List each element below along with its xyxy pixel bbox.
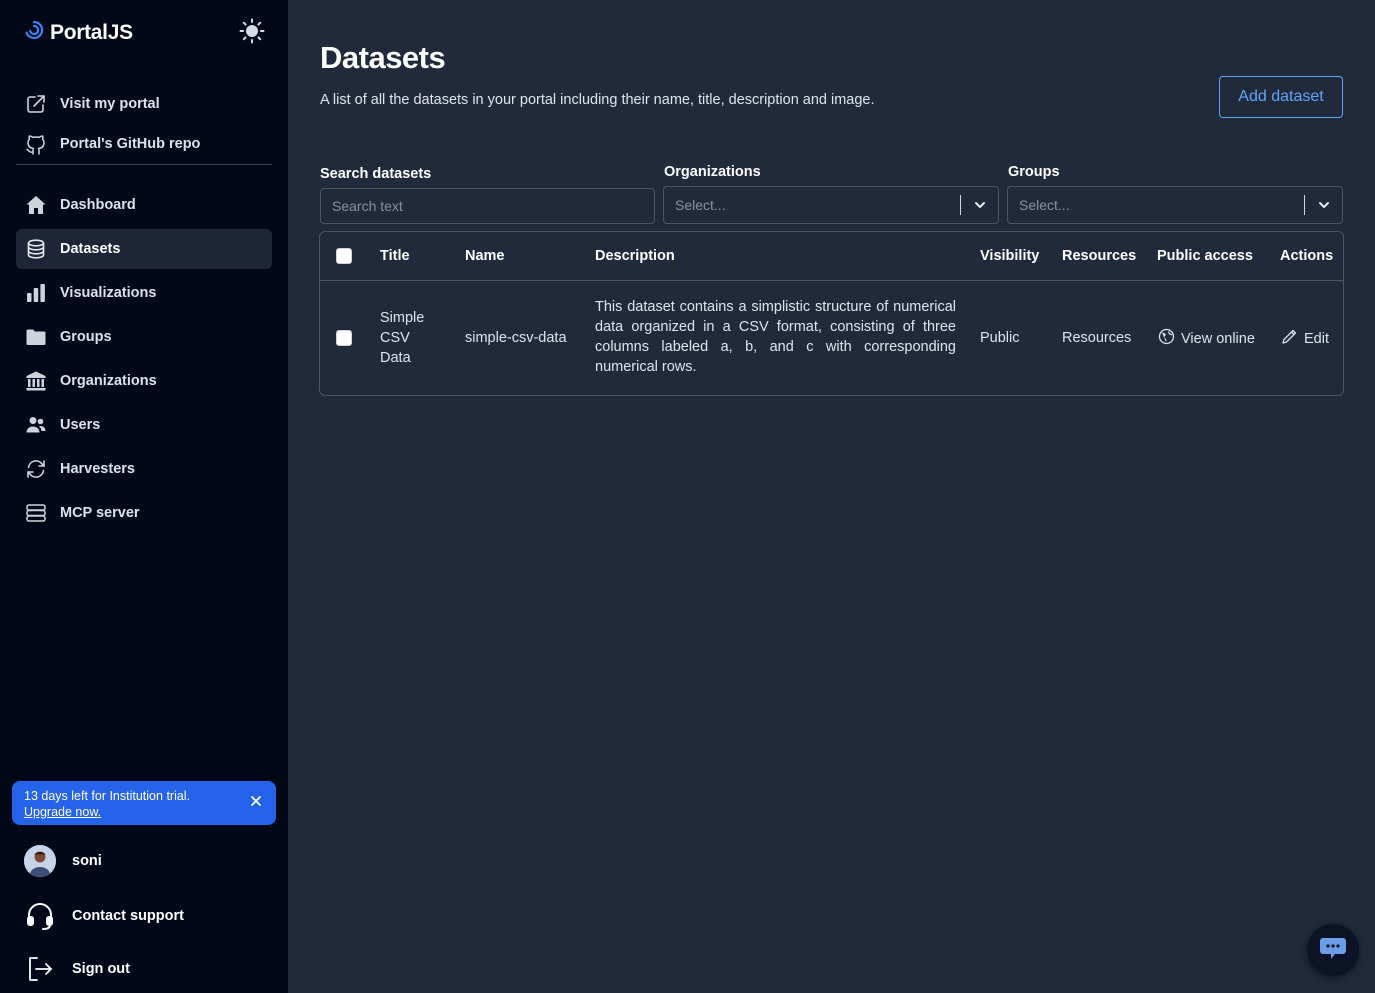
sidebar-item-label: Harvesters (60, 461, 135, 477)
datasets-table: Title Name Description Visibility Resour… (319, 231, 1344, 396)
logo[interactable]: PortalJS (24, 20, 133, 45)
view-online-label: View online (1181, 330, 1255, 347)
page-title: Datasets (320, 40, 446, 75)
organizations-label: Organizations (664, 164, 761, 180)
users-icon (24, 413, 48, 437)
sidebar-item-datasets[interactable]: Datasets (16, 229, 272, 269)
column-header-public-access[interactable]: Public access (1157, 248, 1253, 264)
folder-icon (24, 325, 48, 349)
row-title-line: Data (380, 350, 411, 366)
visit-portal-link[interactable]: Visit my portal (16, 84, 272, 124)
column-header-title[interactable]: Title (380, 248, 410, 264)
chat-widget-button[interactable] (1307, 924, 1359, 976)
column-header-description[interactable]: Description (595, 248, 675, 264)
row-checkbox[interactable] (336, 330, 352, 346)
sidebar-item-label: Dashboard (60, 197, 136, 213)
row-name: simple-csv-data (465, 330, 567, 346)
chevron-down-icon (961, 198, 998, 212)
trial-banner: 13 days left for Institution trial. Upgr… (12, 781, 276, 825)
portaljs-logo-icon (24, 20, 44, 45)
sun-icon (239, 18, 265, 49)
sign-out-icon (24, 953, 56, 985)
database-icon (24, 237, 48, 261)
sidebar-item-label: Users (60, 417, 101, 433)
sidebar-item-dashboard[interactable]: Dashboard (16, 185, 272, 225)
search-datasets-label: Search datasets (320, 166, 432, 182)
edit-button[interactable]: Edit (1281, 328, 1329, 349)
row-title-line: Simple (380, 310, 425, 326)
visit-portal-label: Visit my portal (60, 96, 160, 112)
contact-support-label: Contact support (72, 908, 184, 924)
page-description: A list of all the datasets in your porta… (320, 92, 875, 108)
contact-support-link[interactable]: Contact support (24, 900, 184, 932)
avatar (24, 845, 56, 877)
search-input[interactable] (320, 188, 655, 224)
sidebar-item-label: MCP server (60, 505, 140, 521)
organizations-select[interactable]: Select... (663, 186, 999, 224)
sidebar-item-harvesters[interactable]: Harvesters (16, 449, 272, 489)
theme-toggle-button[interactable] (238, 18, 266, 49)
groups-placeholder: Select... (1019, 197, 1070, 213)
server-icon (24, 501, 48, 525)
sidebar-item-label: Visualizations (60, 285, 157, 301)
sidebar-item-visualizations[interactable]: Visualizations (16, 273, 272, 313)
table-header-row: Title Name Description Visibility Resour… (320, 232, 1343, 281)
sidebar: PortalJS Visit my portal Portal's GitHub… (0, 0, 288, 993)
sidebar-item-label: Groups (60, 329, 112, 345)
sidebar-item-organizations[interactable]: Organizations (16, 361, 272, 401)
sign-out-label: Sign out (72, 961, 130, 977)
sidebar-item-mcp-server[interactable]: MCP server (16, 493, 272, 533)
select-all-checkbox[interactable] (336, 248, 352, 264)
column-header-name[interactable]: Name (465, 248, 505, 264)
trial-text: 13 days left for Institution trial. (24, 789, 191, 803)
edit-label: Edit (1304, 330, 1329, 347)
pencil-icon (1281, 328, 1298, 349)
column-header-actions[interactable]: Actions (1280, 248, 1333, 264)
external-link-icon (24, 92, 48, 116)
organizations-placeholder: Select... (675, 197, 726, 213)
row-visibility: Public (980, 330, 1020, 346)
github-repo-label: Portal's GitHub repo (60, 136, 201, 152)
chevron-down-icon (1305, 198, 1342, 212)
close-icon[interactable] (248, 793, 264, 809)
user-name: soni (72, 853, 102, 869)
row-title-line: CSV (380, 330, 410, 346)
github-repo-link[interactable]: Portal's GitHub repo (16, 124, 272, 164)
building-icon (24, 369, 48, 393)
row-resources-link[interactable]: Resources (1062, 328, 1131, 348)
github-icon (24, 132, 48, 156)
globe-icon (1158, 328, 1175, 349)
headset-icon (24, 900, 56, 932)
sidebar-item-label: Organizations (60, 373, 157, 389)
add-dataset-button[interactable]: Add dataset (1219, 76, 1343, 118)
view-online-link[interactable]: View online (1158, 328, 1255, 349)
bar-chart-icon (24, 281, 48, 305)
refresh-icon (24, 457, 48, 481)
sidebar-divider (16, 164, 272, 165)
sign-out-link[interactable]: Sign out (24, 953, 130, 985)
groups-select[interactable]: Select... (1007, 186, 1343, 224)
sidebar-item-label: Datasets (60, 241, 121, 257)
home-icon (24, 193, 48, 217)
user-profile[interactable]: soni (24, 845, 102, 877)
row-description: This dataset contains a simplistic struc… (595, 299, 956, 375)
column-header-resources[interactable]: Resources (1062, 248, 1136, 264)
sidebar-item-groups[interactable]: Groups (16, 317, 272, 357)
groups-label: Groups (1008, 164, 1060, 180)
column-header-visibility[interactable]: Visibility (980, 248, 1039, 264)
chat-icon (1319, 935, 1347, 966)
sidebar-item-users[interactable]: Users (16, 405, 272, 445)
brand-name: PortalJS (50, 20, 133, 44)
upgrade-link[interactable]: Upgrade now. (24, 805, 101, 819)
row-title[interactable]: Simple CSV Data (380, 308, 424, 368)
